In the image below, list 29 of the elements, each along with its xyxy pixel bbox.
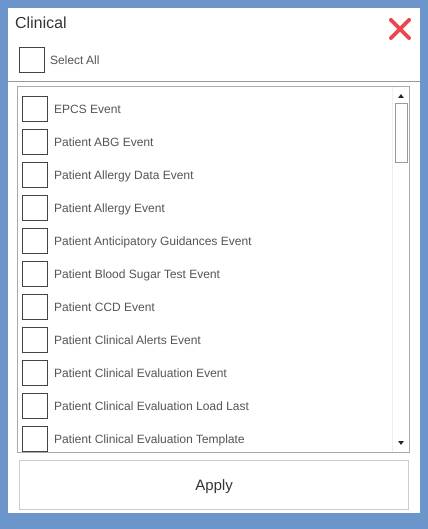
event-checkbox[interactable]: [22, 96, 48, 122]
select-all-label: Select All: [50, 53, 100, 67]
event-checkbox[interactable]: [22, 194, 48, 220]
event-label: Patient Clinical Evaluation Template: [54, 432, 245, 446]
event-checkbox[interactable]: [22, 294, 48, 320]
event-checkbox[interactable]: [22, 426, 48, 452]
select-all-checkbox[interactable]: [19, 47, 45, 73]
apply-button[interactable]: Apply: [19, 460, 409, 510]
event-label: Patient Clinical Alerts Event: [54, 332, 201, 346]
event-label: Patient Clinical Evaluation Event: [54, 366, 227, 380]
event-label: Patient CCD Event: [54, 300, 155, 314]
event-label: Patient Allergy Data Event: [54, 168, 194, 182]
scrollbar-thumb[interactable]: [394, 103, 408, 163]
event-label: EPCS Event: [54, 102, 121, 116]
dialog-title: Clinical: [15, 15, 67, 33]
event-checkbox[interactable]: [22, 260, 48, 286]
event-checkbox[interactable]: [22, 228, 48, 254]
event-label: Patient Clinical Evaluation Load Last: [54, 398, 249, 412]
event-label: Patient Allergy Event: [54, 200, 165, 214]
scrollbar[interactable]: [392, 87, 409, 452]
event-checkbox[interactable]: [22, 326, 48, 352]
event-checkbox[interactable]: [22, 128, 48, 154]
event-checkbox[interactable]: [22, 360, 48, 386]
event-checkbox[interactable]: [22, 392, 48, 418]
close-icon[interactable]: [388, 17, 412, 41]
event-label: Patient Blood Sugar Test Event: [54, 266, 220, 280]
event-label: Patient Anticipatory Guidances Event: [54, 234, 252, 248]
event-checkbox[interactable]: [22, 162, 48, 188]
event-label: Patient ABG Event: [54, 134, 154, 148]
